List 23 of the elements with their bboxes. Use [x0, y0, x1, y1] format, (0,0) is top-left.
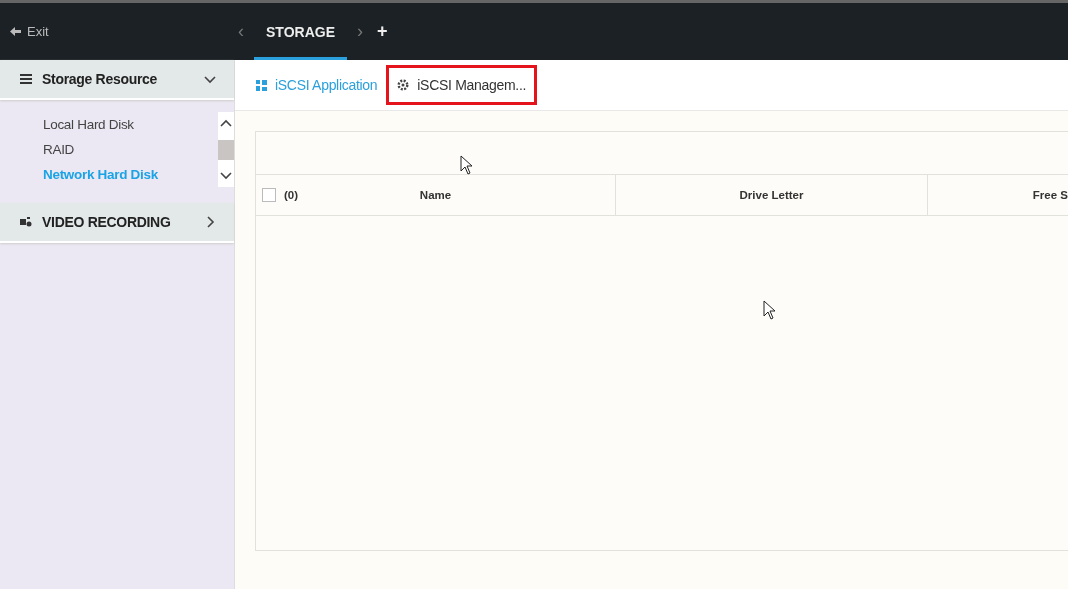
column-header: Drive Letter — [739, 189, 804, 201]
row-count: (0) — [284, 189, 299, 201]
checkbox[interactable] — [262, 188, 276, 202]
cursor-icon — [460, 155, 474, 175]
section-header[interactable]: VIDEO RECORDING — [0, 203, 234, 243]
section-title: VIDEO RECORDING — [42, 214, 172, 230]
previous-arrow[interactable]: ‹ — [228, 3, 254, 60]
column-header: Free S — [1032, 189, 1068, 201]
menu-item[interactable]: Local Hard Disk — [0, 112, 218, 137]
grid-icon — [256, 79, 267, 91]
scroll-bar[interactable] — [218, 112, 234, 187]
section-title: Storage Resource — [42, 71, 159, 87]
next-arrow[interactable]: › — [347, 3, 373, 60]
gear-icon — [397, 79, 410, 91]
list-icon — [20, 74, 32, 84]
tab[interactable]: iSCSI Managem... — [386, 65, 538, 105]
section-header[interactable]: Storage Resource — [0, 60, 234, 100]
cursor-icon — [763, 300, 777, 320]
back-arrow-icon — [10, 27, 21, 36]
add-tab-button[interactable]: + — [373, 3, 392, 60]
exit-button[interactable]: Exit — [0, 3, 228, 60]
menu-item[interactable]: RAID — [0, 137, 218, 162]
column-header: Name — [419, 189, 452, 201]
